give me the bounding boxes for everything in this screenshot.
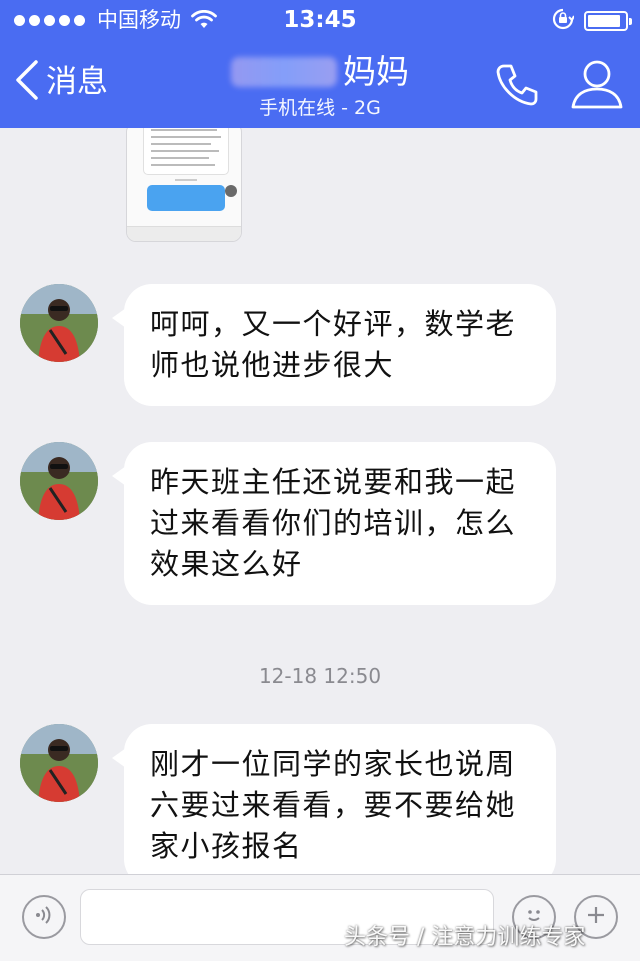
- avatar[interactable]: [20, 724, 98, 802]
- message-text: 昨天班主任还说要和我一起过来看看你们的培训，怎么效果这么好: [150, 465, 517, 581]
- image-message-thumbnail[interactable]: [126, 128, 242, 242]
- rotation-lock-icon: [552, 8, 575, 34]
- contact-title: 妈妈: [231, 52, 409, 92]
- message-text: 呵呵，又一个好评，数学老师也说他进步很大: [150, 307, 517, 382]
- chat-area[interactable]: 呵呵，又一个好评，数学老师也说他进步很大 昨天班主任还说要和我一起过来看看你们的…: [0, 128, 640, 874]
- nav-bar: 消息 妈妈 手机在线 - 2G: [0, 40, 640, 128]
- plus-icon: [585, 904, 607, 930]
- conversation-title: 妈妈 手机在线 - 2G: [0, 52, 640, 120]
- thumbnail-input-bar: [127, 226, 241, 241]
- profile-button[interactable]: [570, 58, 624, 114]
- phone-icon: [494, 64, 542, 112]
- status-bar: 中国移动 13:45: [0, 0, 640, 40]
- header: 中国移动 13:45 消息 妈妈 手机在线 - 2G: [0, 0, 640, 128]
- message-row: 昨天班主任还说要和我一起过来看看你们的培训，怎么效果这么好: [0, 442, 640, 605]
- blurred-name-redaction: [231, 57, 337, 87]
- voice-button[interactable]: [22, 895, 66, 939]
- avatar[interactable]: [20, 284, 98, 362]
- message-timestamp: 12-18 12:50: [258, 664, 382, 688]
- status-right: [552, 8, 632, 34]
- message-row: 呵呵，又一个好评，数学老师也说他进步很大: [0, 284, 640, 406]
- message-row: 刚才一位同学的家长也说周六要过来看看，要不要给她家小孩报名: [0, 724, 640, 874]
- battery-icon: [584, 11, 632, 31]
- thumbnail-blue-bubble: [147, 185, 225, 211]
- status-time: 13:45: [283, 7, 357, 33]
- person-icon: [570, 60, 624, 114]
- message-text: 刚才一位同学的家长也说周六要过来看看，要不要给她家小孩报名: [150, 747, 517, 863]
- message-bubble[interactable]: 昨天班主任还说要和我一起过来看看你们的培训，怎么效果这么好: [112, 442, 556, 605]
- message-bubble[interactable]: 刚才一位同学的家长也说周六要过来看看，要不要给她家小孩报名: [112, 724, 556, 874]
- voice-icon: [32, 903, 56, 931]
- message-bubble[interactable]: 呵呵，又一个好评，数学老师也说他进步很大: [112, 284, 556, 406]
- phone-call-button[interactable]: [494, 60, 542, 112]
- watermark: 头条号 / 注意力训练专家: [344, 925, 586, 950]
- contact-name: 妈妈: [343, 52, 409, 91]
- avatar[interactable]: [20, 442, 98, 520]
- thumbnail-avatar: [225, 185, 237, 197]
- contact-status: 手机在线 - 2G: [259, 97, 381, 119]
- battery-level: [588, 15, 621, 27]
